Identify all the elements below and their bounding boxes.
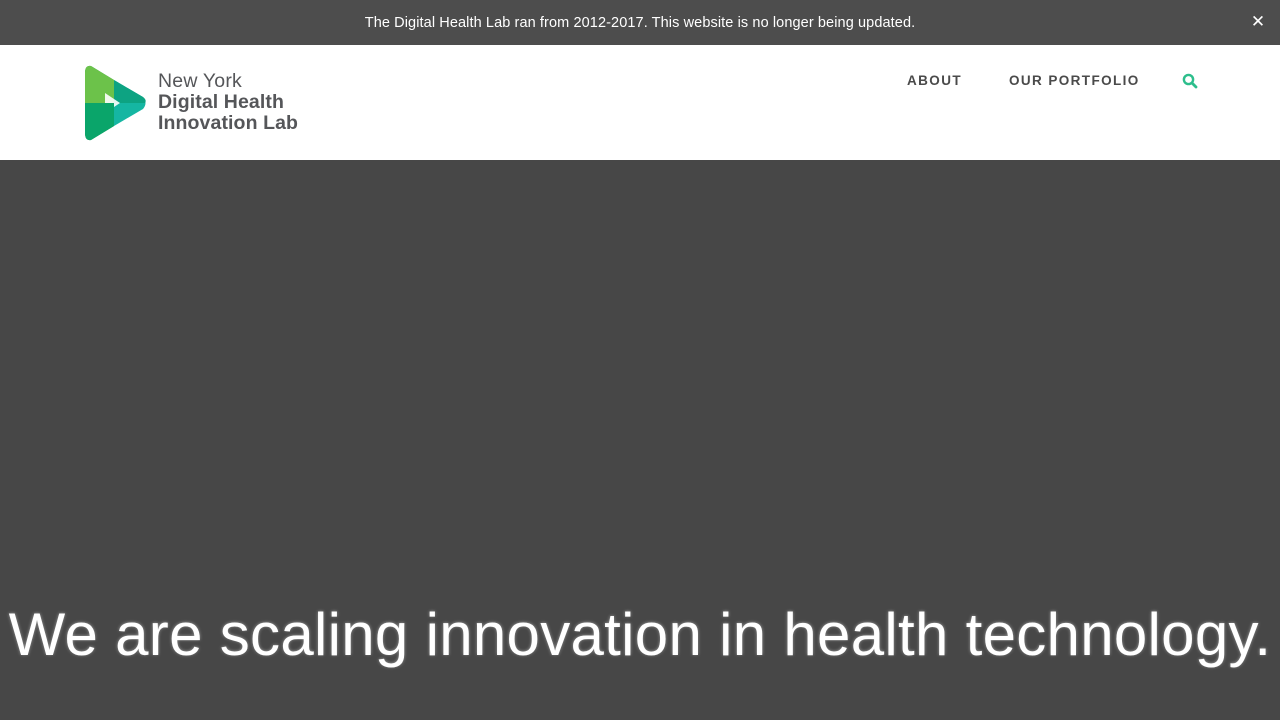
hero-headline: We are scaling innovation in health tech… — [8, 601, 1272, 668]
logo-play-icon — [85, 65, 146, 141]
nav-about-link[interactable]: ABOUT — [907, 73, 962, 88]
logo-line-new-york: New York — [158, 70, 242, 92]
nav-portfolio-link[interactable]: OUR PORTFOLIO — [1009, 73, 1140, 88]
notice-text: The Digital Health Lab ran from 2012-201… — [364, 14, 916, 31]
site-logo[interactable]: New York Digital Health Innovation Lab — [85, 65, 310, 141]
search-icon[interactable] — [1182, 73, 1198, 89]
logo-line-innovation-lab: Innovation Lab — [158, 112, 299, 134]
logo-line-digital-health: Digital Health — [158, 91, 284, 113]
site-header: New York Digital Health Innovation Lab A… — [0, 45, 1280, 161]
logo-wordmark: New York Digital Health Innovation Lab — [158, 71, 298, 134]
notice-bar: The Digital Health Lab ran from 2012-201… — [0, 0, 1280, 45]
close-icon[interactable]: ✕ — [1248, 12, 1268, 32]
hero-section: We are scaling innovation in health tech… — [0, 160, 1280, 720]
